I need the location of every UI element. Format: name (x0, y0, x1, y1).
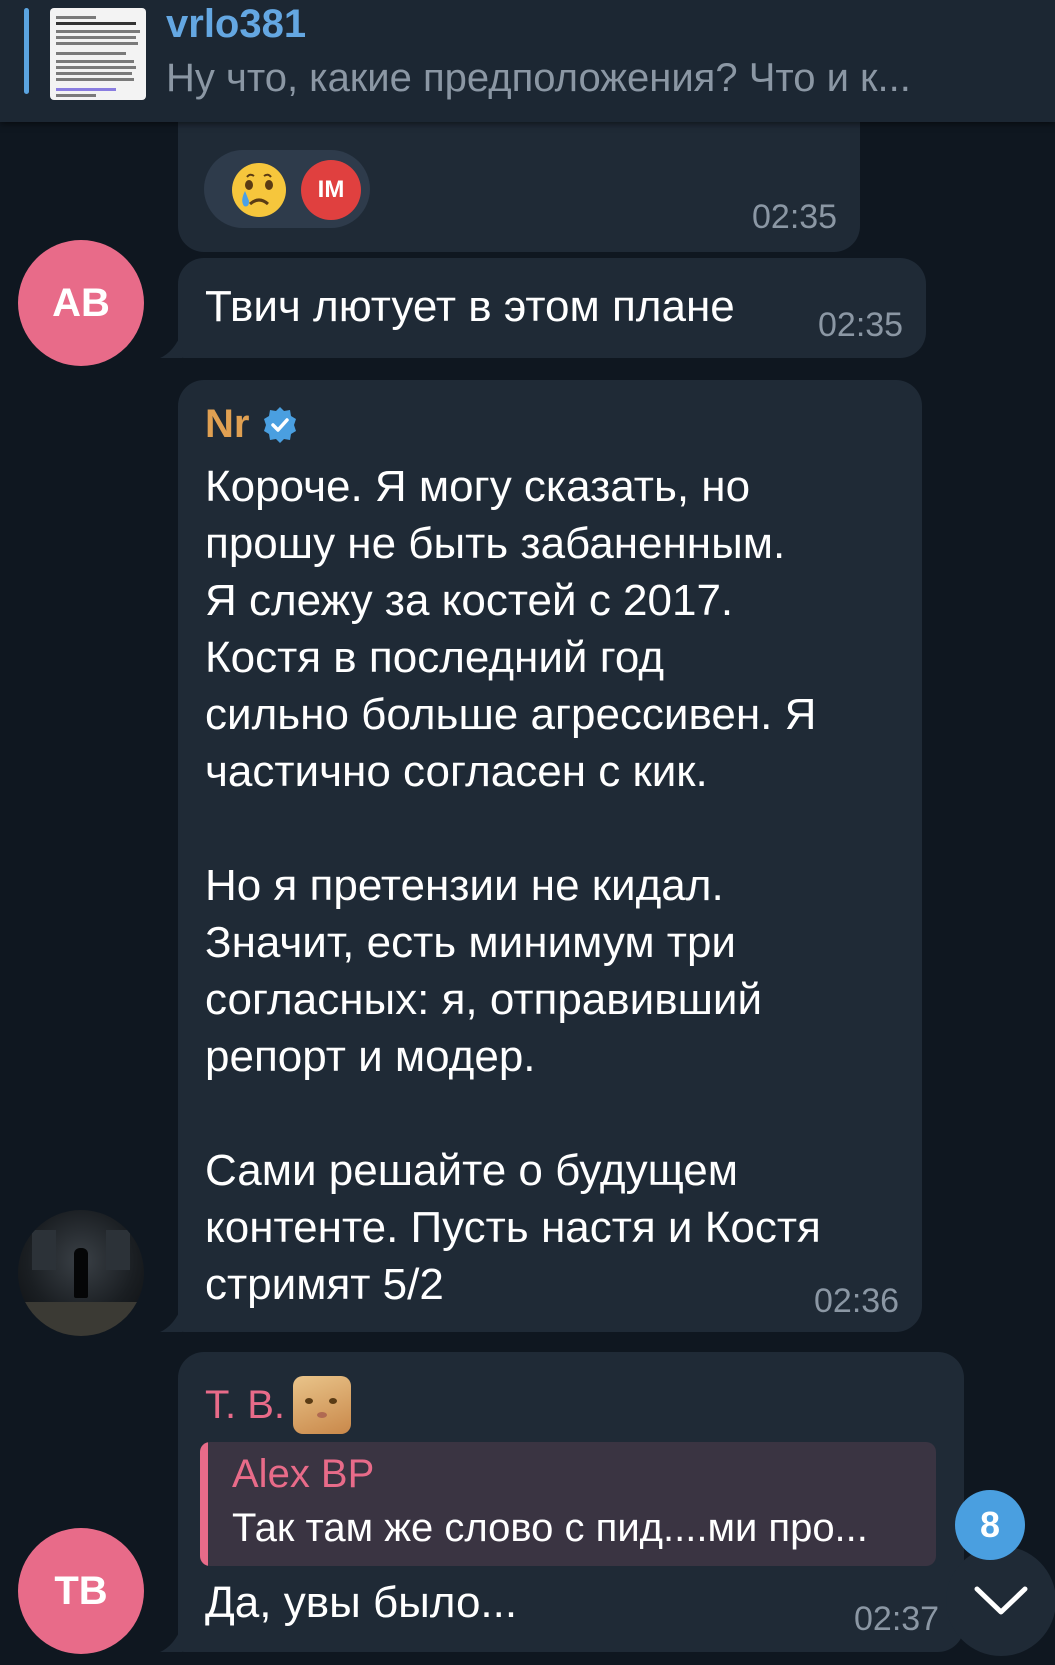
photo-figure (74, 1248, 88, 1298)
message-line (205, 800, 821, 857)
pinned-accent-bar (24, 8, 29, 94)
message-bubble[interactable]: Nr Короче. Я могу сказать, но прошу не б… (178, 380, 922, 1332)
sender-name[interactable]: Nr (205, 402, 249, 447)
unread-count-badge[interactable]: 8 (955, 1490, 1025, 1560)
message-text: Твич лютует в этом плане (205, 282, 735, 331)
message-text: Да, увы было... (205, 1578, 518, 1627)
message-line: Сами решайте о будущем (205, 1146, 739, 1195)
chevron-down-icon (974, 1586, 1028, 1615)
message-line: Но я претензии не кидал. (205, 861, 724, 910)
message-line: сильно больше агрессивен. Я (205, 690, 817, 739)
bubble-tail (160, 1306, 182, 1332)
message-bubble[interactable]: T. B. Alex BP Так там же слово с пид....… (178, 1352, 964, 1652)
message-line: Короче. Я могу сказать, но (205, 462, 751, 511)
photo-floor (18, 1302, 144, 1336)
reply-quote[interactable]: Alex BP Так там же слово с пид....ми про… (200, 1442, 936, 1566)
message-line: Я слежу за костей с 2017. (205, 576, 734, 625)
avatar-initials: TB (54, 1568, 108, 1613)
message-line: согласных: я, отправивший (205, 975, 763, 1024)
bubble-tail (160, 1626, 182, 1652)
avatar[interactable]: TB (18, 1528, 144, 1654)
message-time: 02:36 (814, 1282, 900, 1320)
reply-accent-bar (200, 1442, 208, 1566)
message-time: 02:35 (752, 198, 838, 236)
verified-badge-icon (264, 406, 297, 443)
reaction-user-avatar[interactable]: IM (301, 160, 361, 220)
photo-window (106, 1230, 130, 1270)
message-line: стримят 5/2 (205, 1260, 444, 1309)
user-photo-avatar[interactable] (18, 1210, 144, 1336)
message-body: Короче. Я могу сказать, но прошу не быть… (205, 458, 821, 1313)
pinned-thumbnail (50, 8, 146, 100)
message-line: Значит, есть минимум три (205, 918, 737, 967)
message-line: контенте. Пусть настя и Костя (205, 1203, 821, 1252)
message-line: Костя в последний год (205, 633, 664, 682)
message-line: прошу не быть забаненным. (205, 519, 786, 568)
avatar-initials: AB (52, 280, 110, 325)
pinned-title: vrlo381 (166, 2, 307, 46)
scroll-to-bottom-button[interactable] (946, 1546, 1055, 1656)
crying-face-icon[interactable] (230, 161, 288, 219)
message-time: 02:37 (854, 1600, 940, 1638)
message-time: 02:35 (818, 306, 904, 344)
cat-sticker-icon (293, 1376, 352, 1434)
message-line (205, 1085, 821, 1142)
photo-window (32, 1230, 56, 1270)
bubble-tail (160, 332, 182, 358)
reply-text: Так там же слово с пид....ми про... (232, 1506, 868, 1550)
avatar[interactable]: AB (18, 240, 144, 366)
reply-author: Alex BP (232, 1452, 375, 1496)
reactions-row[interactable]: IM (204, 150, 370, 228)
message-line: частично согласен с кик. (205, 747, 708, 796)
message-bubble[interactable]: Твич лютует в этом плане (178, 258, 926, 358)
message-line: репорт и модер. (205, 1032, 536, 1081)
pinned-preview: Ну что, какие предположения? Что и к... (166, 56, 911, 100)
pinned-message-bar[interactable]: vrlo381 Ну что, какие предположения? Что… (0, 0, 1055, 122)
sender-name[interactable]: T. B. (205, 1383, 285, 1428)
